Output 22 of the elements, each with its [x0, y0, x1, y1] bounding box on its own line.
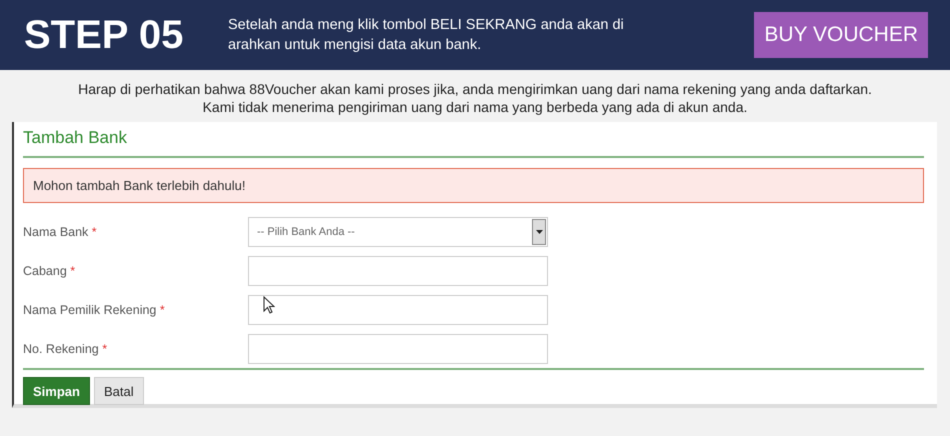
bank-select[interactable]: -- Pilih Bank Anda --	[248, 216, 548, 246]
input-field[interactable]	[248, 294, 548, 324]
input-field[interactable]	[248, 256, 548, 286]
field-label: No. Rekening	[23, 342, 99, 356]
step-description: Setelah anda meng klik tombol BELI SEKRANG anda akan di arahkan untuk mengisi data akun bank.	[228, 16, 625, 55]
field-label: Cabang	[23, 264, 67, 278]
step-title: STEP 05	[24, 12, 184, 58]
required-mark: *	[92, 224, 97, 238]
required-mark: *	[160, 302, 165, 316]
form-button[interactable]: Batal	[94, 377, 144, 405]
notice-text: Kami tidak menerima pengiriman uang dari nama yang berbeda yang ada di akun anda.	[202, 98, 748, 116]
mouse-cursor-icon	[263, 296, 275, 314]
notice-text: Harap di perhatikan bahwa 88Voucher akan kami proses jika, anda mengirimkan uang dari nama rekening yang anda daftarkan.	[77, 80, 873, 98]
form-title: Tambah Bank	[23, 128, 924, 158]
required-mark: *	[102, 342, 108, 356]
input-field[interactable]	[248, 334, 548, 364]
buy-voucher-button[interactable]: BUY VOUCHER	[754, 12, 928, 58]
field-label: Nama Bank	[23, 224, 88, 238]
field-label: Nama Pemilik Rekening	[23, 302, 156, 316]
form-button[interactable]: Simpan	[23, 377, 90, 405]
alert-message: Mohon tambah Bank terlebih dahulu!	[23, 168, 924, 203]
required-mark: *	[70, 264, 76, 278]
